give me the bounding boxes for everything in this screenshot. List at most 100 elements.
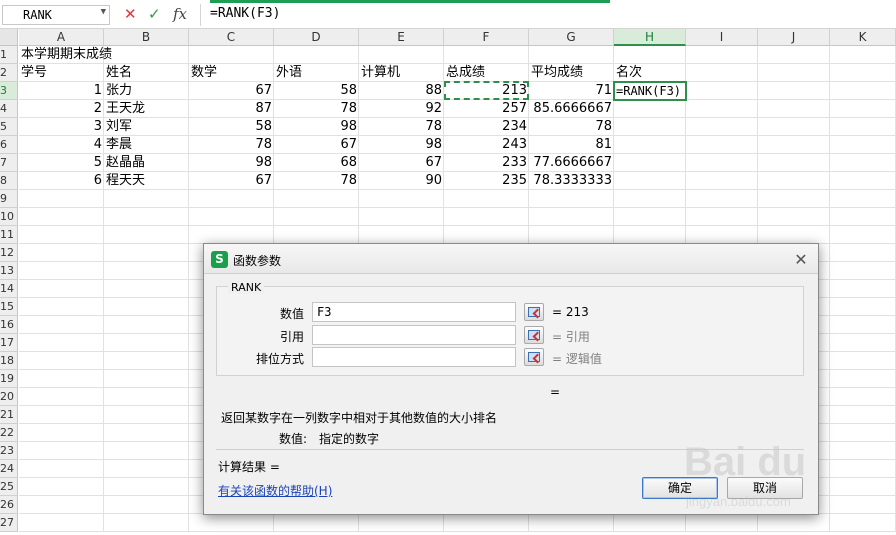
data-cell[interactable]: 77.6666667 <box>529 154 614 172</box>
column-header-d[interactable]: D <box>274 29 359 46</box>
cell[interactable] <box>19 406 104 424</box>
sheet-title-cell[interactable]: 本学期期末成绩 <box>19 46 112 64</box>
cell[interactable] <box>19 334 104 352</box>
cell[interactable] <box>104 388 189 406</box>
row-header-6[interactable]: 6 <box>0 136 18 154</box>
cell[interactable] <box>686 190 758 208</box>
cell[interactable] <box>830 406 896 424</box>
cell[interactable] <box>830 136 896 154</box>
cell[interactable] <box>686 46 758 64</box>
cell[interactable] <box>830 154 896 172</box>
name-box[interactable]: RANK ▼ <box>2 5 110 25</box>
cell[interactable] <box>686 100 758 118</box>
cell[interactable] <box>686 64 758 82</box>
cell[interactable] <box>758 172 830 190</box>
data-cell[interactable]: 67 <box>359 154 444 172</box>
cell[interactable] <box>758 136 830 154</box>
header-cell[interactable]: 学号 <box>19 64 104 82</box>
cell[interactable] <box>19 514 104 532</box>
cell[interactable] <box>189 46 274 64</box>
chevron-down-icon[interactable]: ▼ <box>101 7 106 17</box>
cell[interactable] <box>104 496 189 514</box>
cell[interactable] <box>614 172 686 190</box>
data-cell[interactable]: 78.3333333 <box>529 172 614 190</box>
row-header-24[interactable]: 24 <box>0 460 18 478</box>
range-picker-ref-icon[interactable] <box>524 326 544 344</box>
cell[interactable] <box>529 514 614 532</box>
cancel-formula-icon[interactable]: ✕ <box>124 5 137 23</box>
cell[interactable] <box>830 226 896 244</box>
row-header-23[interactable]: 23 <box>0 442 18 460</box>
cell[interactable] <box>19 460 104 478</box>
cell[interactable] <box>758 46 830 64</box>
cell[interactable] <box>104 316 189 334</box>
cell[interactable] <box>830 46 896 64</box>
data-cell[interactable]: 4 <box>19 136 104 154</box>
cell[interactable] <box>104 208 189 226</box>
cell[interactable] <box>444 226 529 244</box>
cell[interactable] <box>19 424 104 442</box>
cell[interactable] <box>19 262 104 280</box>
cell[interactable] <box>19 226 104 244</box>
cell[interactable] <box>19 370 104 388</box>
cell[interactable] <box>104 442 189 460</box>
cell[interactable] <box>614 118 686 136</box>
cell[interactable] <box>189 514 274 532</box>
cell[interactable] <box>359 514 444 532</box>
formula-input[interactable]: =RANK(F3) <box>210 6 280 21</box>
data-cell[interactable]: 81 <box>529 136 614 154</box>
cell[interactable] <box>830 352 896 370</box>
data-cell[interactable]: 235 <box>444 172 529 190</box>
data-cell[interactable]: 257 <box>444 100 529 118</box>
column-header-g[interactable]: G <box>529 29 614 46</box>
cell[interactable] <box>758 208 830 226</box>
cell[interactable] <box>830 172 896 190</box>
cell[interactable] <box>614 46 686 64</box>
range-picker-number-icon[interactable] <box>524 303 544 321</box>
cell[interactable] <box>104 262 189 280</box>
row-header-27[interactable]: 27 <box>0 514 18 532</box>
cell[interactable] <box>19 478 104 496</box>
cell[interactable] <box>686 154 758 172</box>
cell[interactable] <box>758 82 830 100</box>
row-header-14[interactable]: 14 <box>0 280 18 298</box>
cell[interactable] <box>614 100 686 118</box>
cell[interactable] <box>274 514 359 532</box>
header-cell[interactable]: 平均成绩 <box>529 64 614 82</box>
cell[interactable] <box>444 46 529 64</box>
cell[interactable] <box>19 208 104 226</box>
header-cell[interactable]: 计算机 <box>359 64 444 82</box>
data-cell[interactable]: 67 <box>189 82 274 100</box>
cell[interactable] <box>529 226 614 244</box>
cell[interactable] <box>104 298 189 316</box>
cell[interactable] <box>104 406 189 424</box>
cell[interactable] <box>614 154 686 172</box>
cell[interactable] <box>444 208 529 226</box>
cell[interactable] <box>19 298 104 316</box>
row-header-22[interactable]: 22 <box>0 424 18 442</box>
cell[interactable] <box>359 208 444 226</box>
cell[interactable] <box>529 190 614 208</box>
cell[interactable] <box>758 154 830 172</box>
row-header-12[interactable]: 12 <box>0 244 18 262</box>
row-header-8[interactable]: 8 <box>0 172 18 190</box>
row-header-3[interactable]: 3 <box>0 82 18 100</box>
data-cell[interactable]: 98 <box>189 154 274 172</box>
cell[interactable] <box>19 244 104 262</box>
row-header-13[interactable]: 13 <box>0 262 18 280</box>
select-all-corner[interactable] <box>0 29 18 46</box>
data-cell[interactable]: 3 <box>19 118 104 136</box>
data-cell[interactable]: 90 <box>359 172 444 190</box>
cell[interactable] <box>758 64 830 82</box>
row-header-20[interactable]: 20 <box>0 388 18 406</box>
column-header-h[interactable]: H <box>614 29 686 46</box>
data-cell[interactable]: 李晨 <box>104 136 189 154</box>
cell[interactable] <box>686 226 758 244</box>
data-cell[interactable]: 213 <box>444 82 529 100</box>
row-header-1[interactable]: 1 <box>0 46 18 64</box>
data-cell[interactable]: 1 <box>19 82 104 100</box>
cell[interactable] <box>830 280 896 298</box>
function-help-link[interactable]: 有关该函数的帮助(H) <box>218 482 332 499</box>
data-cell[interactable]: =RANK(F3) <box>614 82 686 100</box>
cell[interactable] <box>614 226 686 244</box>
